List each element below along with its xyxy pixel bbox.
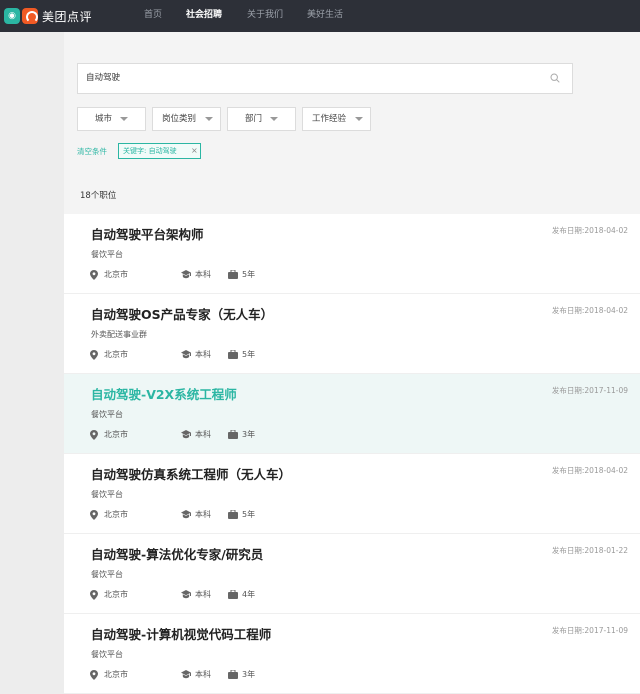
job-location-text: 北京市 (104, 350, 128, 359)
keyword-tag-label: 关键字: 自动驾驶 (123, 147, 177, 155)
location-pin-icon (90, 270, 98, 280)
job-location-text: 北京市 (104, 430, 128, 439)
briefcase-icon (228, 430, 238, 439)
job-title[interactable]: 自动驾驶OS产品专家（无人车） (91, 304, 273, 323)
briefcase-icon (228, 670, 238, 679)
nav-better-life[interactable]: 美好生活 (307, 0, 343, 32)
briefcase-icon (228, 590, 238, 599)
nav-home[interactable]: 首页 (144, 0, 162, 32)
chevron-down-icon (355, 117, 363, 121)
search-input[interactable]: 自动驾驶 (77, 63, 573, 94)
job-list-item[interactable]: 自动驾驶-计算机视觉代码工程师 发布日期:2017-11-09 餐饮平台北京市 本科 3… (64, 614, 640, 694)
job-title[interactable]: 自动驾驶-算法优化专家/研究员 (91, 544, 263, 563)
job-title[interactable]: 自动驾驶仿真系统工程师（无人车） (91, 464, 291, 483)
nav-about-us[interactable]: 关于我们 (247, 0, 283, 32)
filter-category-dropdown[interactable]: 岗位类别 (152, 107, 221, 131)
location-pin-icon (90, 350, 98, 360)
chevron-down-icon (120, 117, 128, 121)
graduation-cap-icon (181, 510, 191, 519)
job-list-item[interactable]: 自动驾驶平台架构师 发布日期:2018-04-02 餐饮平台北京市 本科 5年 (64, 214, 640, 294)
close-icon[interactable]: × (191, 144, 198, 158)
job-list-item[interactable]: 自动驾驶-V2X系统工程师 发布日期:2017-11-09 餐饮平台北京市 本科 3年 (64, 374, 640, 454)
graduation-cap-icon (181, 270, 191, 279)
job-education-text: 本科 (195, 590, 211, 599)
result-count-bar (64, 180, 640, 214)
location-pin-icon (90, 590, 98, 600)
search-value: 自动驾驶 (86, 73, 121, 83)
briefcase-icon (228, 270, 238, 279)
search-icon[interactable] (550, 73, 560, 83)
graduation-cap-icon (181, 430, 191, 439)
keyword-tag: 关键字: 自动驾驶 × (118, 143, 201, 159)
job-education-text: 本科 (195, 430, 211, 439)
job-department: 餐饮平台 (91, 570, 123, 579)
job-education-text: 本科 (195, 350, 211, 359)
job-publish-date: 发布日期:2017-11-09 (551, 386, 628, 395)
filter-experience-dropdown[interactable]: 工作经验 (302, 107, 371, 131)
job-education-text: 本科 (195, 270, 211, 279)
job-experience-text: 4年 (242, 590, 256, 599)
briefcase-icon (228, 350, 238, 359)
graduation-cap-icon (181, 670, 191, 679)
job-publish-date: 发布日期:2018-04-02 (551, 226, 628, 235)
nav-social-recruitment[interactable]: 社会招聘 (186, 0, 222, 32)
job-department: 餐饮平台 (91, 490, 123, 499)
meituan-icon: ◉ (4, 8, 20, 24)
job-title[interactable]: 自动驾驶平台架构师 (91, 224, 204, 243)
filter-experience-label: 工作经验 (312, 114, 347, 124)
filter-department-label: 部门 (245, 114, 263, 124)
job-experience-text: 5年 (242, 270, 256, 279)
job-publish-date: 发布日期:2018-04-02 (551, 466, 628, 475)
job-experience-text: 3年 (242, 670, 256, 679)
job-department: 餐饮平台 (91, 250, 123, 259)
job-publish-date: 发布日期:2018-04-02 (551, 306, 628, 315)
job-list-item[interactable]: 自动驾驶仿真系统工程师（无人车） 发布日期:2018-04-02 餐饮平台北京市 本科… (64, 454, 640, 534)
result-count: 18个职位 (80, 191, 117, 201)
job-title[interactable]: 自动驾驶-V2X系统工程师 (91, 384, 237, 403)
graduation-cap-icon (181, 350, 191, 359)
job-location-text: 北京市 (104, 270, 128, 279)
job-publish-date: 发布日期:2017-11-09 (551, 626, 628, 635)
clear-filters-link[interactable]: 清空条件 (77, 146, 107, 157)
job-location-text: 北京市 (104, 510, 128, 519)
filter-category-label: 岗位类别 (162, 114, 197, 124)
briefcase-icon (228, 510, 238, 519)
chevron-down-icon (205, 117, 213, 121)
job-education-text: 本科 (195, 510, 211, 519)
job-education-text: 本科 (195, 670, 211, 679)
graduation-cap-icon (181, 590, 191, 599)
job-list-item[interactable]: 自动驾驶-算法优化专家/研究员 发布日期:2018-01-22 餐饮平台北京市 本科 4… (64, 534, 640, 614)
top-nav-bar: ◉ 美团点评 首页 社会招聘 关于我们 美好生活 (0, 0, 640, 32)
filter-department-dropdown[interactable]: 部门 (227, 107, 296, 131)
location-pin-icon (90, 670, 98, 680)
filter-city-label: 城市 (95, 114, 113, 124)
job-department: 餐饮平台 (91, 650, 123, 659)
location-pin-icon (90, 430, 98, 440)
job-list-item[interactable]: 自动驾驶OS产品专家（无人车） 发布日期:2018-04-02 外卖配送事业群 北京市… (64, 294, 640, 374)
filter-city-dropdown[interactable]: 城市 (77, 107, 146, 131)
logo-text: 美团点评 (42, 9, 93, 24)
job-experience-text: 5年 (242, 350, 256, 359)
chevron-down-icon (270, 117, 278, 121)
job-location-text: 北京市 (104, 590, 128, 599)
brand-logo[interactable]: ◉ 美团点评 (4, 6, 92, 26)
job-department: 外卖配送事业群 (91, 330, 147, 339)
job-publish-date: 发布日期:2018-01-22 (551, 546, 628, 555)
job-experience-text: 3年 (242, 430, 256, 439)
location-pin-icon (90, 510, 98, 520)
job-title[interactable]: 自动驾驶-计算机视觉代码工程师 (91, 624, 271, 643)
job-location-text: 北京市 (104, 670, 128, 679)
job-department: 餐饮平台 (91, 410, 123, 419)
dianping-icon (22, 8, 38, 24)
job-experience-text: 5年 (242, 510, 256, 519)
